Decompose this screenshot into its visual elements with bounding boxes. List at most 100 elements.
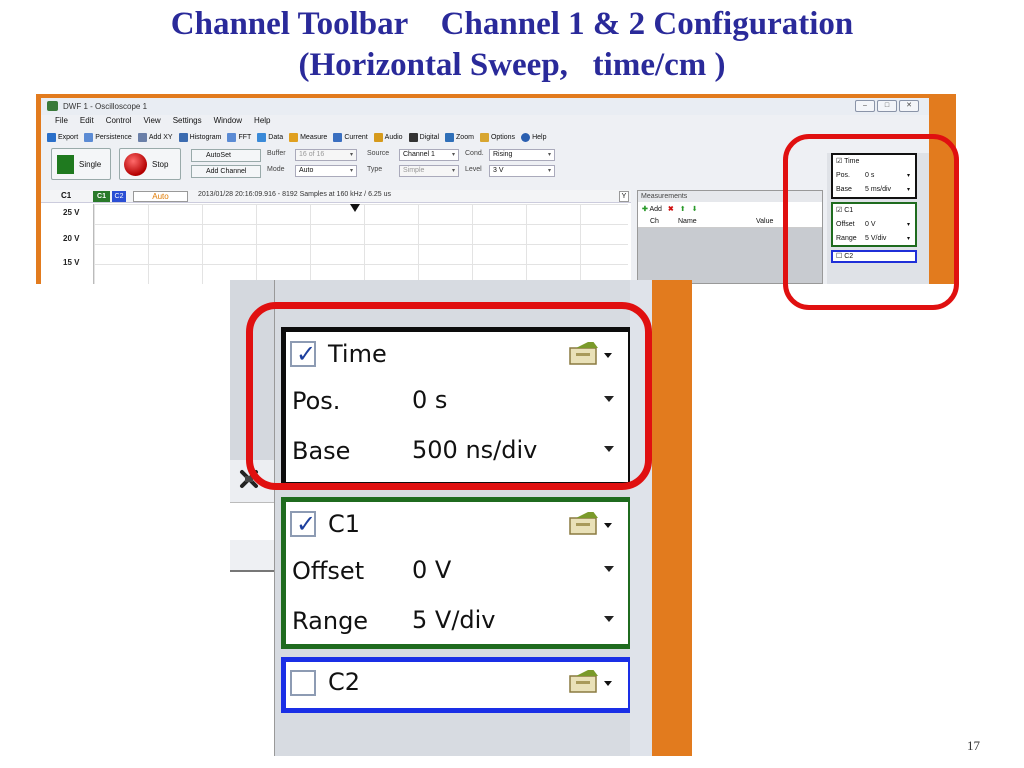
mode-value: Auto [299,167,314,174]
toolbar-audio[interactable]: Audio [373,133,403,142]
plot-grid[interactable] [93,204,628,284]
toolbar-current[interactable]: Current [333,133,368,142]
data-icon [257,133,267,142]
type-value: Simple [403,167,425,174]
stop-icon [124,153,147,176]
toolbar-audio-label: Audio [384,134,403,141]
fft-icon [227,133,237,142]
range-value: 5 V/div [412,606,496,634]
c1-checkbox[interactable]: ✓ [290,511,316,537]
cond-select[interactable]: Rising ▾ [489,149,555,161]
toolbar-persistence-label: Persistence [95,134,132,141]
menu-view[interactable]: View [143,116,160,129]
window-titlebar: DWF 1 - Oscilloscope 1 – □ ✕ [41,98,929,115]
toolbar-persistence[interactable]: Persistence [84,133,132,142]
c2-settings: C2 [281,657,633,713]
acquisition-info: 2013/01/28 20:16:09.916 - 8192 Samples a… [198,191,392,198]
toolbar-histogram-label: Histogram [189,134,222,141]
move-up-icon[interactable]: ⬆ [680,205,686,213]
main-toolbar: Export Persistence Add XY Histogram FFT … [41,130,546,145]
highlight-ring-small [783,134,959,310]
toolbar-options[interactable]: Options [479,133,516,142]
cond-value: Rising [493,151,513,158]
menu-file[interactable]: File [55,116,68,129]
menu-edit[interactable]: Edit [80,116,94,129]
c2-checkbox[interactable] [290,670,316,696]
toolbar-export[interactable]: Export [47,133,78,142]
buffer-label: Buffer [267,150,286,157]
chevron-down-icon [604,566,614,572]
single-button[interactable]: Single [51,148,111,180]
range-field[interactable]: 5 V/div [406,598,626,642]
options-dropdown-icon[interactable] [568,512,616,538]
toolbar-zoom-label: Zoom [456,134,474,141]
toolbar-add-xy[interactable]: Add XY [137,133,173,142]
c2-label: C2 [328,668,361,696]
level-input[interactable]: 3 V ▾ [489,165,555,177]
toolbar-measure[interactable]: Measure [289,133,327,142]
slide-title: Channel Toolbar Channel 1 & 2 Configurat… [0,4,1024,86]
menu-control[interactable]: Control [106,116,132,129]
window-frame-edge [652,280,692,756]
toolbar-digital[interactable]: Digital [408,133,440,142]
window-title: DWF 1 - Oscilloscope 1 [63,102,148,111]
options-dropdown-icon[interactable] [568,670,616,696]
menu-window[interactable]: Window [214,116,242,129]
source-select[interactable]: Channel 1 ▾ [399,149,459,161]
toolbar-measure-label: Measure [300,134,328,141]
volt-label-20: 20 V [63,234,80,243]
add-measurement-label: Add [649,206,662,213]
toolbar-fft[interactable]: FFT [227,133,251,142]
toolbar-histogram[interactable]: Histogram [178,133,222,142]
slide-title-line-1: Channel Toolbar Channel 1 & 2 Configurat… [170,6,854,42]
type-select[interactable]: Simple ▾ [399,165,459,177]
offset-field[interactable]: 0 V [406,548,626,592]
app-icon [47,101,58,111]
menu-settings[interactable]: Settings [173,116,202,129]
trigger-position-icon[interactable] [350,204,360,212]
minimize-button[interactable]: – [855,100,875,112]
column-name: Name [678,218,697,225]
c1-channel-toggle[interactable]: C1 [93,191,110,202]
delete-icon[interactable]: ✖ [668,205,674,213]
chevron-down-icon: ▾ [349,152,353,158]
chevron-down-icon [604,616,614,622]
volt-label-25: 25 V [63,208,80,217]
close-button[interactable]: ✕ [899,100,919,112]
add-channel-button[interactable]: Add Channel [191,165,261,178]
toolbar-data[interactable]: Data [257,133,283,142]
y-axis-button[interactable]: Y [619,191,629,202]
cond-label: Cond. [465,150,484,157]
toolbar-zoom[interactable]: Zoom [445,133,474,142]
menu-bar: File Edit Control View Settings Window H… [41,116,271,129]
maximize-button[interactable]: □ [877,100,897,112]
mode-select[interactable]: Auto ▾ [295,165,357,177]
audio-icon [373,133,383,142]
export-icon [47,133,56,142]
toolbar-help-label: Help [532,134,547,141]
stop-button[interactable]: Stop [119,148,181,180]
c2-channel-toggle[interactable]: C2 [112,191,126,202]
channel-axis-label: C1 [61,191,72,200]
options-icon [479,133,489,142]
zoom-icon [445,133,455,142]
c2-header: C2 [286,662,628,706]
buffer-field[interactable]: 16 of 16 ▾ [295,149,357,161]
add-xy-icon [137,133,147,142]
offset-value: 0 V [412,556,452,584]
move-down-icon[interactable]: ⬇ [692,205,698,213]
toolbar-export-label: Export [58,134,79,141]
slide-title-line-2: (Horizontal Sweep, time/cm ) [298,47,726,83]
autoset-button[interactable]: AutoSet [191,149,261,162]
c1-settings: ✓ C1 Offset 0 V Range 5 V/div [281,497,633,649]
toolbar-digital-label: Digital [419,134,440,141]
source-value: Channel 1 [403,151,435,158]
add-measurement-button[interactable]: ✚ Add [642,205,662,213]
toolbar-options-label: Options [490,134,516,141]
range-label: Range [292,607,369,635]
mode-label: Mode [267,166,285,173]
menu-help[interactable]: Help [254,116,270,129]
persistence-icon [84,133,94,142]
toolbar-help[interactable]: Help [521,133,546,142]
measure-icon [289,133,299,142]
